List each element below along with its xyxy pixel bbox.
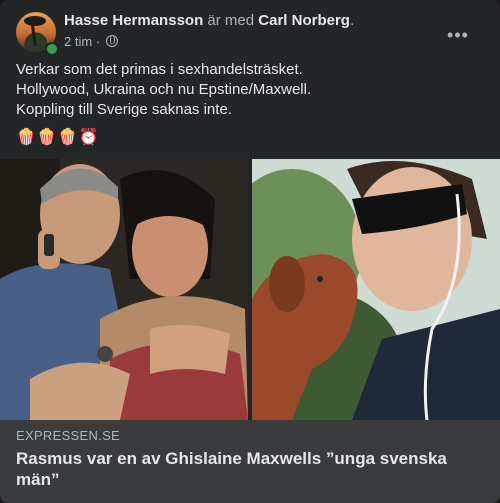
post-text-line: Koppling till Sverige saknas inte. — [16, 101, 232, 118]
post-card: Hasse Hermansson är med Carl Norberg. 2 … — [0, 0, 500, 503]
online-status-dot — [45, 42, 59, 56]
post-meta: 2 tim · — [64, 34, 118, 49]
link-preview-info[interactable]: EXPRESSEN.SE Rasmus var en av Ghislaine … — [0, 420, 500, 503]
globe-icon[interactable] — [105, 35, 118, 47]
post-text: Verkar som det primas i sexhandelsträske… — [16, 60, 484, 120]
post-text-line: Hollywood, Ukraina och nu Epstine/Maxwel… — [16, 81, 312, 98]
meta-separator: · — [95, 34, 101, 49]
period: . — [349, 12, 355, 29]
author-name[interactable]: Hasse Hermansson — [64, 12, 203, 29]
photo-couple[interactable] — [0, 159, 248, 420]
link-preview-image[interactable] — [0, 159, 500, 420]
photo-man-dog-illustration — [252, 159, 500, 420]
palm-fronds — [24, 16, 46, 26]
emoji-row: 🍿🍿🍿⏰ — [16, 129, 100, 146]
photo-couple-illustration — [0, 159, 248, 420]
more-options-button[interactable]: ••• — [444, 26, 472, 50]
photo-man-with-dog[interactable] — [252, 159, 500, 420]
link-title[interactable]: Rasmus var en av Ghislaine Maxwells ”ung… — [16, 448, 480, 490]
post-text-line: Verkar som det primas i sexhandelsträske… — [16, 61, 303, 78]
with-text: är med — [207, 12, 255, 29]
link-domain: EXPRESSEN.SE — [16, 428, 121, 443]
post-time[interactable]: 2 tim — [64, 34, 92, 49]
tagged-name[interactable]: Carl Norberg — [258, 12, 350, 29]
post-header: Hasse Hermansson är med Carl Norberg. 2 … — [16, 12, 484, 56]
author-line: Hasse Hermansson är med Carl Norberg. — [64, 12, 354, 29]
